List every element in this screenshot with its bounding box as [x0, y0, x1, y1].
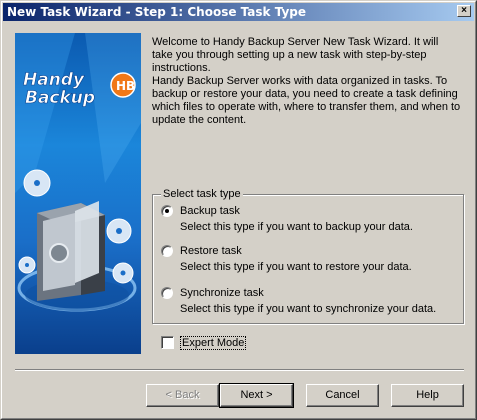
radio-label-synchronize[interactable]: Synchronize task	[180, 287, 264, 299]
radio-label-backup[interactable]: Backup task	[180, 205, 240, 217]
expert-mode-checkbox[interactable]	[161, 336, 174, 349]
task-type-groupbox: Select task type Backup task Select this…	[152, 188, 464, 324]
title-bar[interactable]: New Task Wizard - Step 1: Choose Task Ty…	[3, 3, 474, 21]
intro-paragraph-welcome: Welcome to Handy Backup Server New Task …	[152, 36, 439, 74]
next-button[interactable]: Next >	[219, 383, 294, 408]
radio-button-backup[interactable]	[161, 205, 173, 217]
radio-button-synchronize[interactable]	[161, 287, 173, 299]
intro-paragraph-tasks: Handy Backup Server works with data orga…	[152, 75, 461, 126]
safe-illustration	[37, 201, 105, 301]
wizard-window: New Task Wizard - Step 1: Choose Task Ty…	[0, 0, 477, 420]
window-title: New Task Wizard - Step 1: Choose Task Ty…	[7, 5, 307, 19]
expert-mode-label[interactable]: Expert Mode	[180, 336, 247, 350]
help-button[interactable]: Help	[391, 384, 464, 407]
radio-selected-dot	[165, 209, 169, 213]
close-icon: ×	[461, 5, 467, 16]
cancel-button[interactable]: Cancel	[306, 384, 379, 407]
back-button-label: < Back	[165, 389, 200, 401]
radio-label-restore[interactable]: Restore task	[180, 245, 242, 257]
task-type-legend: Select task type	[161, 188, 243, 200]
next-button-label: Next >	[240, 389, 273, 401]
help-button-label: Help	[416, 389, 439, 401]
banner-artwork: Handy Backup HB	[15, 33, 141, 312]
radio-desc-backup: Select this type if you want to backup y…	[180, 221, 413, 233]
logo-text-line2: Backup	[25, 88, 95, 108]
cancel-button-label: Cancel	[325, 389, 360, 401]
svg-text:HB: HB	[116, 79, 135, 93]
back-button[interactable]: < Back	[146, 384, 219, 407]
intro-text: Welcome to Handy Backup Server New Task …	[152, 36, 462, 127]
wizard-banner-image: Handy Backup HB	[15, 33, 141, 354]
radio-desc-synchronize: Select this type if you want to synchron…	[180, 303, 437, 315]
radio-desc-restore: Select this type if you want to restore …	[180, 261, 412, 273]
button-separator	[15, 369, 464, 371]
logo-text-line1: Handy	[23, 70, 85, 90]
radio-button-restore[interactable]	[161, 245, 173, 257]
close-button[interactable]: ×	[457, 5, 471, 17]
